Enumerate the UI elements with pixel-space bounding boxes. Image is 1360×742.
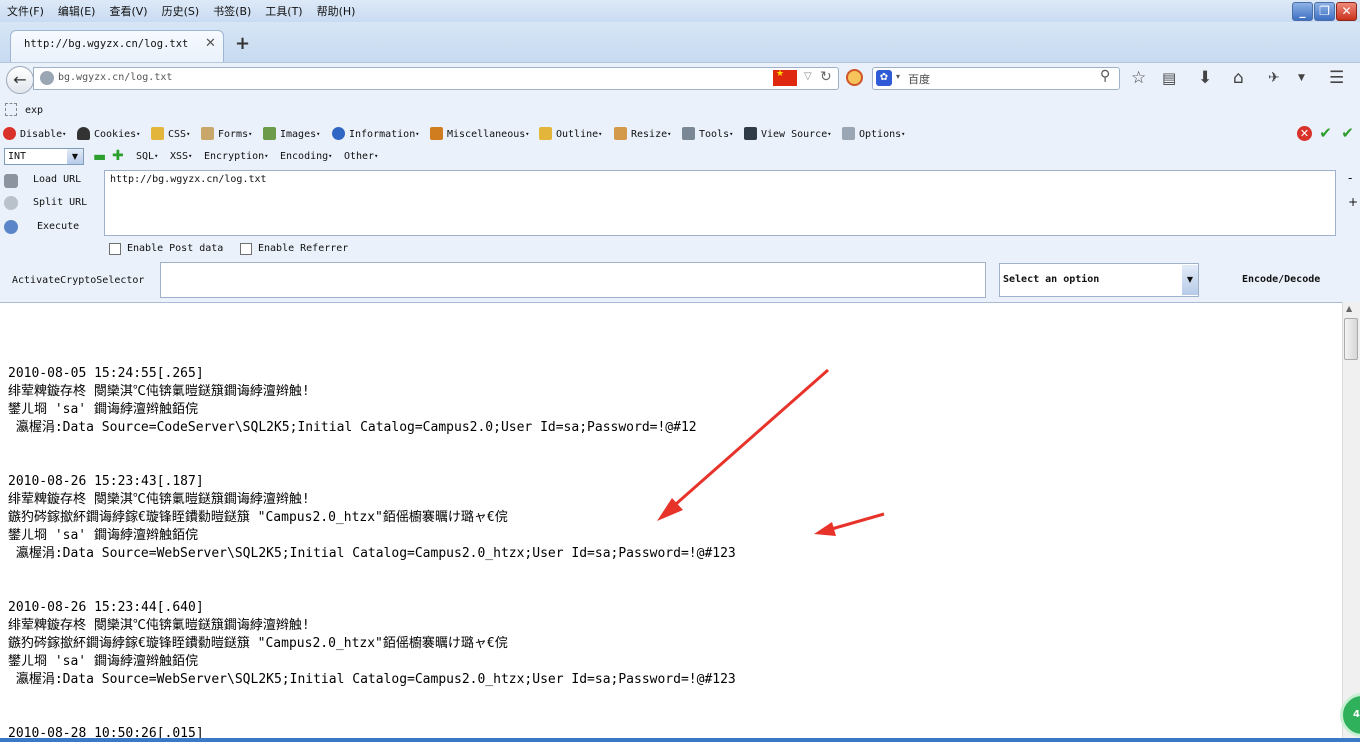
- vertical-scrollbar[interactable]: [1342, 302, 1360, 742]
- arrow-diagonal: [657, 368, 829, 521]
- annotation-arrows: [657, 368, 885, 536]
- scrollbar-thumb[interactable]: [1344, 318, 1358, 360]
- arrow-horizontal-shaft: [827, 512, 885, 532]
- hackbar-shrink-button[interactable]: -: [1348, 171, 1352, 185]
- scroll-up-icon[interactable]: ▲: [1346, 304, 1352, 313]
- arrow-horizontal: [814, 512, 885, 536]
- taskbar-edge: [0, 738, 1360, 742]
- arrow-diagonal-shaft: [667, 368, 829, 513]
- js-valid-check-icon[interactable]: ✔: [1340, 126, 1355, 141]
- arrow-horizontal-head: [814, 522, 836, 536]
- hackbar-grow-button[interactable]: +: [1348, 195, 1358, 209]
